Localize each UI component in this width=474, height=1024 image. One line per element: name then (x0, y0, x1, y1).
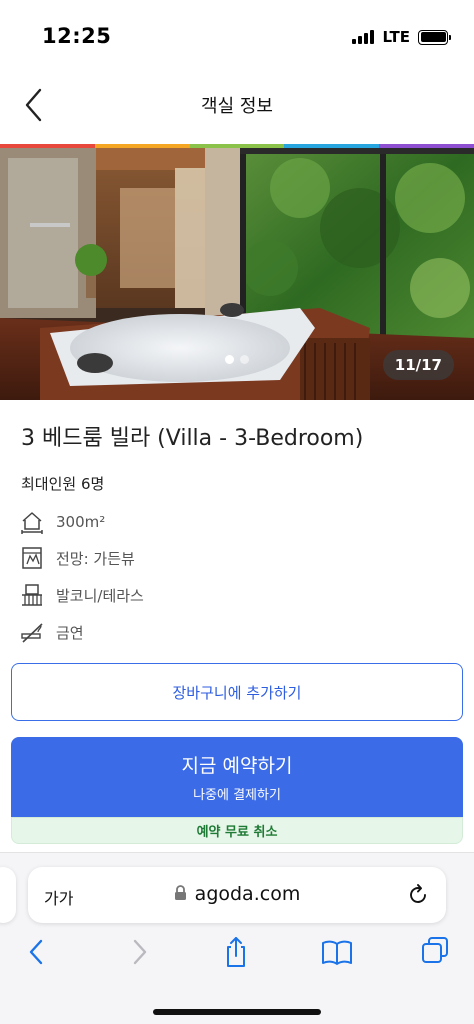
previous-tab-preview[interactable] (0, 867, 16, 923)
reload-icon[interactable] (406, 883, 430, 907)
address-bar[interactable]: 가가 agoda.com (28, 867, 446, 923)
page-title: 객실 정보 (201, 96, 273, 117)
book-now-label: 지금 예약하기 (181, 755, 293, 777)
window-view-icon (22, 547, 42, 569)
photo-counter: 11/17 (382, 350, 454, 380)
room-photo-gallery[interactable]: 11/17 (0, 148, 474, 400)
bookmarks-icon[interactable] (320, 935, 354, 969)
amenity-balcony: 발코니/테라스 (20, 583, 144, 607)
max-occupancy: 최대인원 6명 (21, 475, 105, 493)
book-now-button[interactable]: 지금 예약하기 나중에 결제하기 (11, 737, 463, 817)
add-to-cart-button[interactable]: 장바구니에 추가하기 (11, 663, 463, 721)
lock-icon (174, 885, 186, 900)
free-cancellation-badge: 예약 무료 취소 (11, 817, 463, 844)
home-indicator (153, 1009, 321, 1015)
signal-icon (352, 30, 375, 44)
battery-icon (418, 29, 451, 45)
browser-toolbar (0, 935, 474, 975)
url-display[interactable]: agoda.com (28, 883, 446, 905)
carousel-dot (240, 355, 249, 364)
amenity-view: 전망: 가든뷰 (20, 546, 135, 570)
share-icon[interactable] (221, 935, 251, 969)
forward-icon[interactable] (124, 935, 154, 969)
status-bar: 12:25 LTE (0, 0, 474, 70)
amenity-label: 발코니/테라스 (56, 586, 144, 605)
amenity-label: 전망: 가든뷰 (56, 549, 135, 568)
no-smoking-icon (21, 623, 43, 643)
balcony-icon (22, 584, 42, 606)
nav-header: 객실 정보 (0, 70, 474, 144)
status-time: 12:25 (42, 24, 112, 48)
back-icon[interactable] (22, 935, 52, 969)
url-text: agoda.com (194, 883, 301, 905)
browser-bottom-bar: 가가 agoda.com (0, 852, 474, 1024)
room-title: 3 베드룸 빌라 (Villa - 3-Bedroom) (21, 426, 364, 451)
amenity-size: 300m² (20, 510, 105, 534)
status-indicators: LTE (352, 28, 451, 46)
amenity-non-smoking: 금연 (20, 620, 84, 644)
amenity-label: 300m² (56, 513, 106, 531)
network-label: LTE (382, 28, 410, 46)
house-size-icon (21, 512, 43, 534)
pay-later-label: 나중에 결제하기 (193, 788, 281, 803)
tabs-icon[interactable] (420, 935, 450, 969)
carousel-dot-active (225, 355, 234, 364)
amenity-label: 금연 (56, 623, 84, 642)
